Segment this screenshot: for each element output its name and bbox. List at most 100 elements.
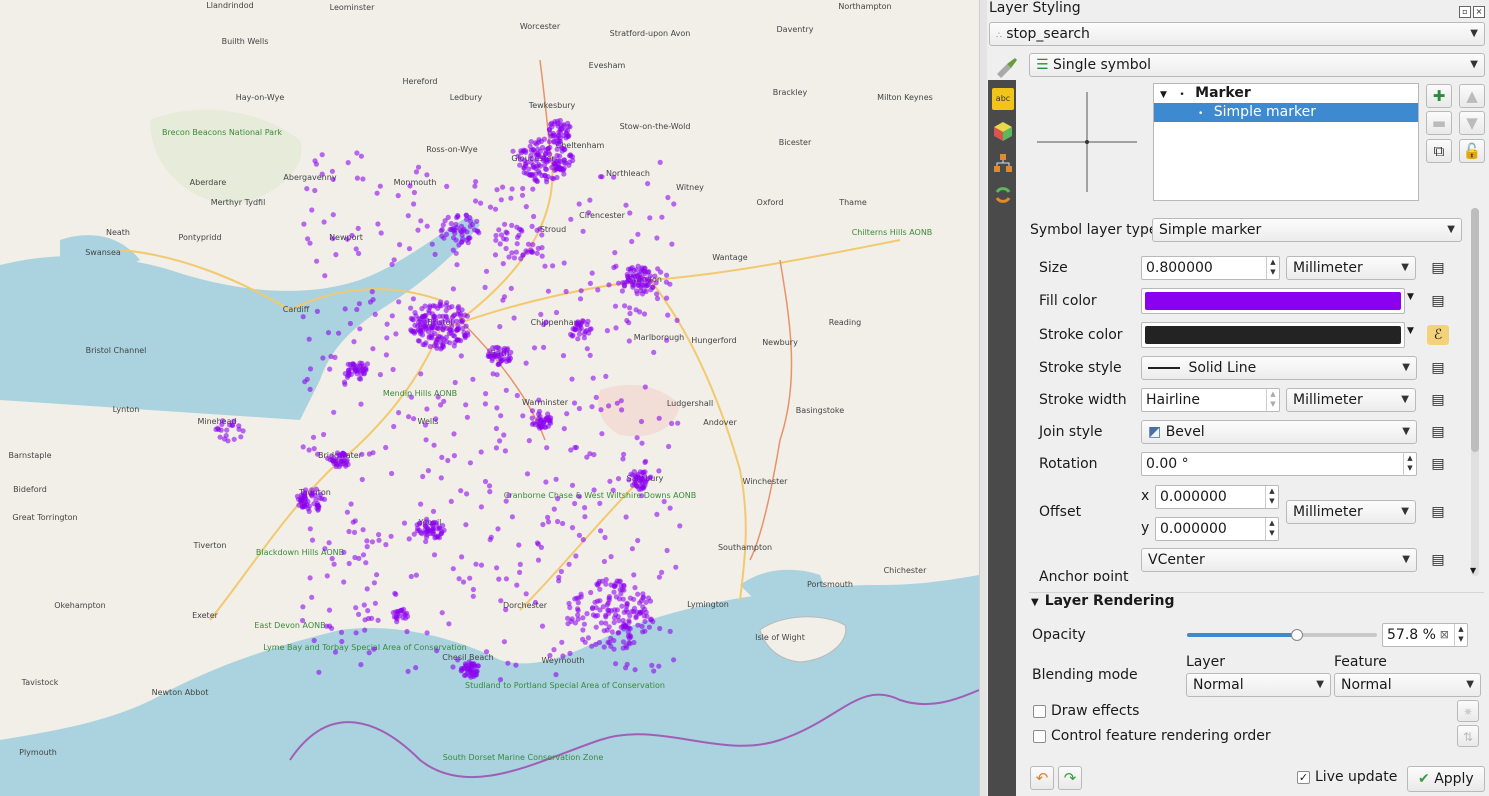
paintbrush-icon[interactable] [993,56,1019,78]
move-down-button[interactable]: ▼ [1459,111,1485,135]
stop-search-point [358,153,364,159]
stop-search-point [666,443,672,450]
data-defined-override-icon[interactable]: ▤ [1427,550,1449,570]
stop-search-point [634,435,640,441]
offset-unit-combo[interactable]: Millimeter ▼ [1286,500,1416,524]
symbol-tree[interactable]: ▼ • Marker • Simple marker [1153,83,1419,201]
tree-item-marker[interactable]: ▼ • Marker [1154,84,1418,103]
stop-search-point [516,232,522,238]
close-icon[interactable]: × [1473,6,1485,18]
stroke-style-combo[interactable]: Solid Line ▼ [1141,356,1417,380]
scroll-down-icon[interactable]: ▼ [1470,566,1476,575]
stop-search-point [307,366,314,372]
blend-feature-combo[interactable]: Normal ▼ [1334,673,1481,697]
spin-icon[interactable]: ▲ ▼ [1265,518,1278,540]
stop-search-point [376,537,382,543]
layer-rendering-header[interactable]: ▼ Layer Rendering [1031,593,1175,609]
chevron-down-icon[interactable]: ▼ [1407,292,1414,302]
sort-order-icon[interactable]: ⇅ [1457,725,1479,747]
expression-icon[interactable]: ℰ [1427,325,1449,345]
live-update-checkbox[interactable]: ✓ [1297,771,1310,784]
stop-search-point [461,672,468,679]
stop-search-point [626,618,632,624]
labels-icon[interactable]: abc [992,88,1014,110]
renderer-combo[interactable]: ☰ Single symbol ▼ [1029,53,1485,77]
offset-x-input[interactable]: 0.000000 ▲ ▼ [1155,485,1279,509]
size-input[interactable]: 0.800000 ▲ ▼ [1141,256,1280,280]
stop-search-point [632,585,638,591]
spin-icon[interactable]: ▲ ▼ [1266,389,1279,411]
stop-search-point [538,138,545,144]
lock-icon[interactable]: 🔓 [1459,139,1485,163]
solid-line-icon [1148,367,1180,369]
slider-handle[interactable] [1290,629,1303,641]
stop-search-point [231,436,237,442]
symbol-layer-type-combo[interactable]: Simple marker ▼ [1152,218,1462,242]
blend-layer-combo[interactable]: Normal ▼ [1186,673,1331,697]
stop-search-point [580,636,586,643]
data-defined-override-icon[interactable]: ▤ [1427,291,1449,311]
stop-search-point [667,505,673,511]
stop-search-point [647,598,654,604]
stop-search-point [369,615,375,622]
history-icon[interactable] [992,184,1014,206]
remove-layer-button[interactable]: ▬ [1426,111,1452,135]
anchor-combo[interactable]: VCenter ▼ [1141,548,1417,572]
apply-button[interactable]: ✔ Apply [1407,766,1485,792]
offset-y-input[interactable]: 0.000000 ▲ ▼ [1155,517,1279,541]
diagram-icon[interactable] [992,152,1014,174]
float-icon[interactable]: ▫ [1459,6,1471,18]
add-layer-button[interactable]: ✚ [1426,84,1452,108]
data-defined-override-icon[interactable]: ▤ [1427,358,1449,378]
stop-search-point [473,179,479,185]
stroke-width-input[interactable]: Hairline ▲ ▼ [1141,388,1280,412]
data-defined-override-icon[interactable]: ▤ [1427,258,1449,278]
draw-effects-checkbox[interactable] [1033,705,1046,718]
data-defined-override-icon[interactable]: ▤ [1427,454,1449,474]
data-defined-override-icon[interactable]: ▤ [1427,422,1449,442]
chevron-down-icon: ▼ [1031,597,1039,608]
move-up-button[interactable]: ▲ [1459,84,1485,108]
spin-icon[interactable]: ▲ ▼ [1265,486,1278,508]
size-unit-combo[interactable]: Millimeter ▼ [1286,256,1416,280]
stop-search-point [415,327,422,333]
stop-search-point [411,416,417,422]
stop-search-point [531,345,538,351]
duplicate-layer-button[interactable]: ⧉ [1426,139,1452,163]
undo-button[interactable]: ↶ [1030,766,1054,790]
stop-search-point [589,404,595,410]
stop-search-point [447,327,453,333]
stop-search-point [423,312,429,319]
rotation-input[interactable]: 0.00 ° ▲ ▼ [1141,452,1417,476]
effects-star-icon[interactable]: ✷ [1457,700,1479,722]
clear-icon[interactable]: ⊠ [1440,624,1449,646]
stop-search-point [622,280,628,286]
stop-search-point [365,608,371,614]
join-style-label: Join style [1039,424,1103,440]
spin-icon[interactable]: ▲ ▼ [1266,257,1279,279]
spin-icon[interactable]: ▲ ▼ [1403,453,1416,475]
layer-combo[interactable]: ∴ stop_search ▼ [989,22,1485,46]
map-canvas[interactable]: Llandrindod Leominster Worcester Evesham Str… [0,0,979,796]
stop-search-point [626,477,632,483]
chevron-down-icon[interactable]: ▼ [1407,326,1414,336]
stroke-width-unit-combo[interactable]: Millimeter ▼ [1286,388,1416,412]
spin-icon[interactable]: ▲ ▼ [1454,624,1467,646]
stroke-color-swatch [1145,326,1401,344]
control-order-checkbox[interactable] [1033,730,1046,743]
layer-rendering-title: Layer Rendering [1044,593,1175,609]
join-style-combo[interactable]: ◩ Bevel ▼ [1141,420,1417,444]
redo-button[interactable]: ↷ [1058,766,1082,790]
3d-view-icon[interactable] [992,120,1014,142]
stop-search-point [503,236,509,242]
fill-color-button[interactable] [1141,288,1405,314]
opacity-slider[interactable] [1187,629,1377,641]
stroke-color-button[interactable] [1141,322,1405,348]
stop-search-point [435,394,441,400]
tree-item-simple-marker[interactable]: • Simple marker [1154,103,1418,122]
properties-scroll-thumb[interactable] [1471,208,1479,452]
data-defined-override-icon[interactable]: ▤ [1427,390,1449,410]
stop-search-point [467,218,474,225]
opacity-input[interactable]: 57.8 % ⊠ ▲ ▼ [1382,623,1468,647]
data-defined-override-icon[interactable]: ▤ [1427,502,1449,522]
